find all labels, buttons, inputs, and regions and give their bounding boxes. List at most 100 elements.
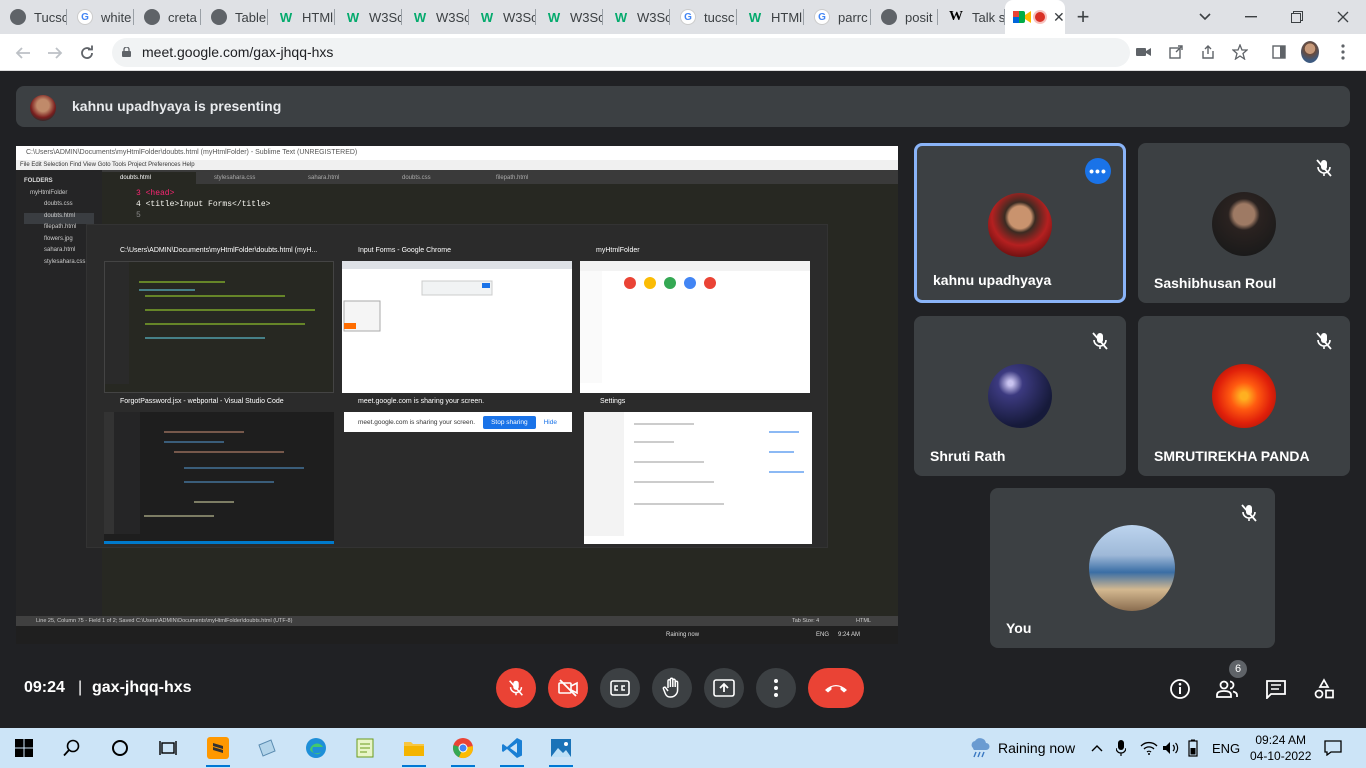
restore-window-icon[interactable] — [1274, 0, 1320, 34]
captions-button[interactable] — [600, 668, 640, 708]
browser-tab[interactable]: W W3Sc — [603, 0, 670, 34]
browser-tab[interactable]: W W3Sc — [536, 0, 603, 34]
notepad-plus-icon[interactable] — [349, 732, 381, 764]
forward-arrow-icon[interactable] — [44, 42, 66, 64]
browser-tab[interactable]: Gwhite — [67, 0, 134, 34]
close-window-icon[interactable] — [1320, 0, 1366, 34]
tab-search-icon[interactable] — [1182, 0, 1228, 34]
more-options-icon[interactable]: ••• — [1085, 158, 1111, 184]
participant-name: You — [1006, 620, 1032, 636]
notifications-icon[interactable] — [1324, 728, 1342, 768]
browser-tab[interactable]: posit — [871, 0, 938, 34]
browser-tab[interactable]: W Talk s — [938, 0, 1005, 34]
windows-start-icon[interactable] — [8, 732, 40, 764]
more-options-button[interactable] — [756, 668, 796, 708]
browser-tab[interactable]: W HTMl — [737, 0, 804, 34]
cortana-icon[interactable] — [104, 732, 136, 764]
shared-time: 9:24 AM — [838, 632, 861, 638]
recording-indicator-icon — [1035, 12, 1045, 22]
people-button[interactable] — [1215, 677, 1239, 701]
leave-call-button[interactable] — [808, 668, 864, 708]
vscode-icon[interactable] — [496, 732, 528, 767]
avatar — [1212, 364, 1276, 428]
raise-hand-button[interactable] — [652, 668, 692, 708]
meeting-details-button[interactable] — [1168, 677, 1192, 701]
browser-menu-icon[interactable] — [1334, 43, 1352, 61]
camera-toggle-button[interactable] — [548, 668, 588, 708]
present-icon — [713, 679, 735, 697]
participant-count-badge: 6 — [1229, 660, 1247, 678]
profile-avatar[interactable] — [1301, 41, 1319, 63]
edge-icon[interactable] — [300, 732, 332, 764]
presenting-banner: kahnu upadhyaya is presenting — [16, 86, 1350, 127]
url-field[interactable]: meet.google.com/gax-jhqq-hxs — [112, 38, 1130, 67]
browser-tab[interactable]: Table — [201, 0, 268, 34]
editor-tab: doubts.css — [402, 175, 431, 181]
stop-sharing-button[interactable]: Stop sharing — [483, 415, 536, 429]
switcher-window-title: myHtmlFolder — [596, 247, 640, 254]
bookmark-star-icon[interactable] — [1231, 43, 1249, 61]
close-tab-icon[interactable]: ✕ — [1053, 9, 1065, 26]
google-icon: G — [77, 9, 93, 25]
participant-tile-self[interactable]: You — [990, 488, 1275, 648]
info-icon — [1170, 679, 1190, 699]
browser-tab[interactable]: Gtucsc — [670, 0, 737, 34]
search-icon[interactable] — [56, 732, 88, 764]
sublime-text-icon[interactable] — [202, 732, 234, 767]
hide-link[interactable]: Hide — [544, 419, 557, 426]
globe-icon — [211, 9, 227, 25]
shared-screen: C:\Users\ADMIN\Documents\myHtmlFolder\do… — [16, 146, 898, 644]
battery-icon[interactable] — [1188, 728, 1198, 768]
minimize-window-icon[interactable] — [1228, 0, 1274, 34]
more-vert-icon — [774, 679, 778, 697]
chrome-icon[interactable] — [447, 732, 479, 767]
camera-in-use-icon[interactable] — [1135, 43, 1153, 61]
browser-tab[interactable]: W HTMl — [268, 0, 335, 34]
browser-tab[interactable]: W W3Sc — [469, 0, 536, 34]
participant-tile[interactable]: Shruti Rath — [914, 316, 1126, 476]
microphone-tray-icon[interactable] — [1116, 728, 1126, 768]
show-hidden-icons-chevron[interactable] — [1091, 728, 1103, 768]
camera-off-icon — [558, 679, 578, 697]
browser-tab[interactable]: W W3Sc — [402, 0, 469, 34]
sublime-status-bar: Line 25, Column 75 - Field 1 of 2; Saved… — [16, 616, 898, 626]
participant-tile[interactable]: Sashibhusan Roul — [1138, 143, 1350, 303]
editor-tab: stylesahara.css — [214, 175, 256, 181]
clock[interactable]: 09:24 AM 04-10-2022 — [1250, 728, 1311, 768]
share-icon[interactable] — [1199, 43, 1217, 61]
shared-weather: Raining now — [666, 632, 700, 638]
volume-icon[interactable] — [1162, 728, 1180, 768]
participant-tile[interactable]: SMRUTIREKHA PANDA — [1138, 316, 1350, 476]
task-view-icon[interactable] — [152, 732, 184, 764]
window-thumbnail — [342, 261, 572, 393]
mic-off-icon — [1241, 504, 1257, 522]
back-arrow-icon[interactable] — [12, 42, 34, 64]
window-switcher: C:\Users\ADMIN\Documents\myHtmlFolder\do… — [86, 224, 828, 548]
wifi-icon[interactable] — [1140, 728, 1158, 768]
side-panel-icon[interactable] — [1270, 43, 1288, 61]
weather-widget[interactable]: Raining now — [968, 728, 1075, 768]
activities-button[interactable] — [1312, 677, 1336, 701]
browser-tab-active-meet[interactable]: ✕ — [1005, 0, 1065, 34]
new-tab-button[interactable]: + — [1065, 0, 1101, 34]
meeting-time: 09:24 — [24, 679, 65, 696]
browser-tab[interactable]: Tucsc — [0, 0, 67, 34]
open-in-window-icon[interactable] — [1167, 43, 1185, 61]
windows-taskbar: Raining now ENG 09:24 AM 04-10-2022 — [0, 728, 1366, 768]
file-explorer-icon[interactable] — [398, 732, 430, 767]
language-indicator[interactable]: ENG — [1212, 728, 1240, 768]
microphone-toggle-button[interactable] — [496, 668, 536, 708]
notepad-icon[interactable] — [251, 732, 283, 764]
browser-tab[interactable]: W W3Sc — [335, 0, 402, 34]
chat-button[interactable] — [1264, 677, 1288, 701]
reload-icon[interactable] — [76, 42, 98, 64]
browser-tab[interactable]: creta — [134, 0, 201, 34]
browser-tab[interactable]: Gparrc — [804, 0, 871, 34]
participant-tile[interactable]: ••• kahnu upadhyaya — [914, 143, 1126, 303]
switcher-window-title: Input Forms - Google Chrome — [358, 247, 451, 254]
code-line: 3 <head> — [136, 189, 175, 198]
photos-icon[interactable] — [545, 732, 577, 767]
present-screen-button[interactable] — [704, 668, 744, 708]
code-area: 3 <head> 4 <title>Input Forms</title> 5 — [102, 184, 898, 221]
taskbar-date: 04-10-2022 — [1250, 749, 1312, 763]
